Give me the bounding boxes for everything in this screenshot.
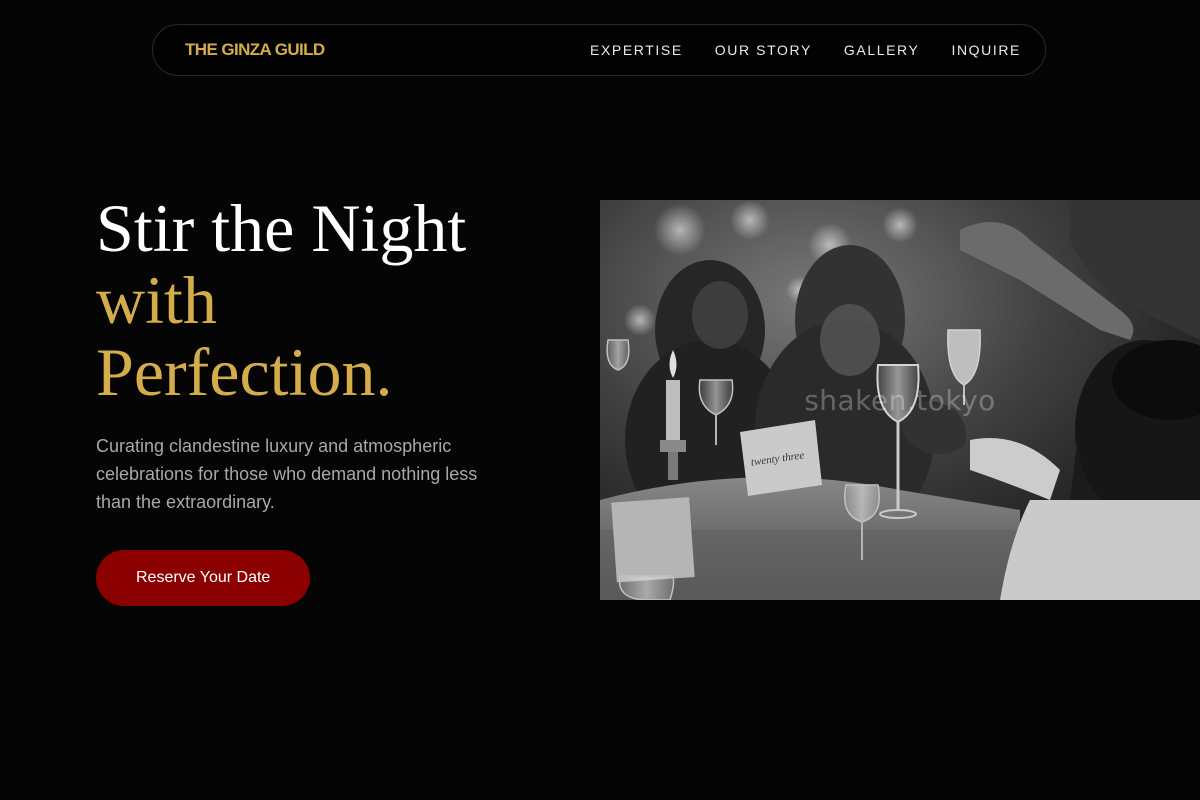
nav-links: EXPERTISE OUR STORY GALLERY INQUIRE <box>590 42 1021 58</box>
nav-link-inquire[interactable]: INQUIRE <box>951 42 1021 58</box>
brand-logo-link[interactable]: THE GINZA GUILD <box>185 40 325 60</box>
headline-line-1: Stir the Night <box>96 190 467 266</box>
photo-watermark: shaken.tokyo <box>804 384 996 417</box>
hero-subcopy: Curating clandestine luxury and atmosphe… <box>96 436 478 512</box>
headline-line-3: Perfection. <box>96 334 393 410</box>
landing-page: THE GINZA GUILD EXPERTISE OUR STORY GALL… <box>0 0 1200 800</box>
nav-link-gallery[interactable]: GALLERY <box>844 42 920 58</box>
hero-headline: Stir the Night with Perfection. <box>96 192 556 408</box>
headline-line-2: with <box>96 262 217 338</box>
nav-link-expertise[interactable]: EXPERTISE <box>590 42 683 58</box>
hero-text-section: Stir the Night with Perfection. Curating… <box>96 192 556 606</box>
top-navigation-bar: THE GINZA GUILD EXPERTISE OUR STORY GALL… <box>152 24 1046 76</box>
nav-link-our-story[interactable]: OUR STORY <box>715 42 812 58</box>
reserve-date-button[interactable]: Reserve Your Date <box>96 550 311 606</box>
hero-photo-celebration-toast: twenty three shaken.tokyo <box>600 200 1200 600</box>
